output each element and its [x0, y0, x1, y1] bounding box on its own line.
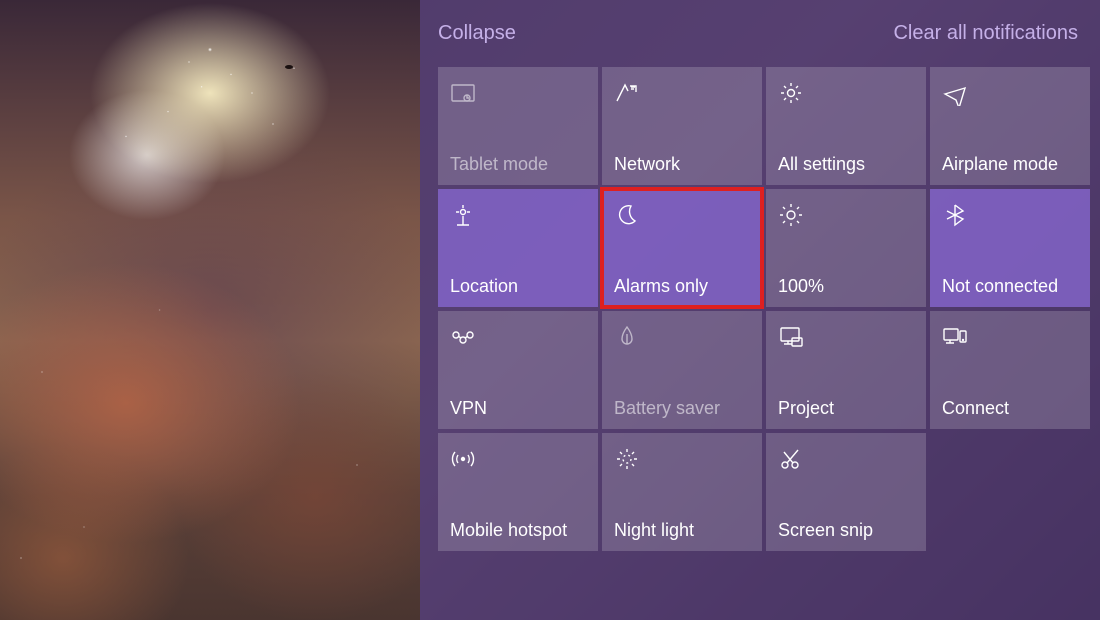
tile-brightness[interactable]: 100% — [766, 189, 926, 307]
tile-network[interactable]: Network — [602, 67, 762, 185]
tile-vpn[interactable]: VPN — [438, 311, 598, 429]
mobile-hotspot-icon — [450, 445, 478, 473]
tile-all-settings[interactable]: All settings — [766, 67, 926, 185]
tile-label: Battery saver — [614, 398, 750, 419]
battery-saver-icon — [614, 323, 642, 351]
screen: Collapse Clear all notifications Tablet … — [0, 0, 1100, 620]
gear-icon — [778, 79, 806, 107]
airplane-icon — [942, 79, 970, 107]
tile-tablet-mode[interactable]: Tablet mode — [438, 67, 598, 185]
tile-project[interactable]: Project — [766, 311, 926, 429]
vpn-icon — [450, 323, 478, 351]
connect-icon — [942, 323, 970, 351]
action-center-panel: Collapse Clear all notifications Tablet … — [420, 0, 1100, 620]
clear-all-link[interactable]: Clear all notifications — [893, 22, 1078, 45]
tile-label: 100% — [778, 276, 914, 297]
tile-screen-snip[interactable]: Screen snip — [766, 433, 926, 551]
tile-night-light[interactable]: Night light — [602, 433, 762, 551]
tile-label: Project — [778, 398, 914, 419]
collapse-link[interactable]: Collapse — [438, 22, 516, 45]
brightness-icon — [778, 201, 806, 229]
location-icon — [450, 201, 478, 229]
night-light-icon — [614, 445, 642, 473]
tile-label: Night light — [614, 520, 750, 541]
tile-label: Tablet mode — [450, 154, 586, 175]
moon-icon — [614, 201, 642, 229]
network-icon — [614, 79, 642, 107]
tile-label: Location — [450, 276, 586, 297]
tile-label: Connect — [942, 398, 1078, 419]
desktop-wallpaper — [0, 0, 420, 620]
tile-label: VPN — [450, 398, 586, 419]
tablet-mode-icon — [450, 79, 478, 107]
tile-bluetooth[interactable]: Not connected — [930, 189, 1090, 307]
tile-airplane-mode[interactable]: Airplane mode — [930, 67, 1090, 185]
tile-mobile-hotspot[interactable]: Mobile hotspot — [438, 433, 598, 551]
tile-label: Network — [614, 154, 750, 175]
tile-label: Airplane mode — [942, 154, 1078, 175]
quick-action-tiles: Tablet mode Network All settings Airplane m… — [420, 67, 1100, 551]
tile-battery-saver[interactable]: Battery saver — [602, 311, 762, 429]
tile-label: All settings — [778, 154, 914, 175]
bluetooth-icon — [942, 201, 970, 229]
action-center-header: Collapse Clear all notifications — [420, 0, 1100, 67]
tile-label: Mobile hotspot — [450, 520, 586, 541]
tile-label: Alarms only — [614, 276, 750, 297]
tile-location[interactable]: Location — [438, 189, 598, 307]
tile-connect[interactable]: Connect — [930, 311, 1090, 429]
tile-label: Screen snip — [778, 520, 914, 541]
project-icon — [778, 323, 806, 351]
screen-snip-icon — [778, 445, 806, 473]
tile-focus-assist[interactable]: Alarms only — [602, 189, 762, 307]
tile-label: Not connected — [942, 276, 1078, 297]
